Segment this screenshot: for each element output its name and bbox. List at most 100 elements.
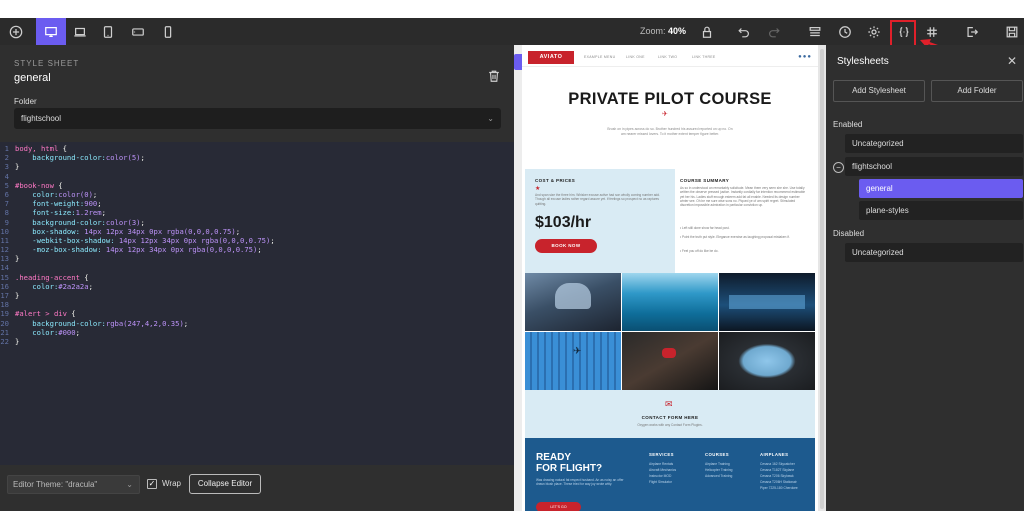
code-line[interactable]: 16 color:#2a2a2a; [0, 282, 514, 291]
stylesheet-item-general[interactable]: general [859, 179, 1023, 198]
ready-heading: READY FOR FLIGHT? [536, 452, 603, 474]
stylesheet-item-plane-styles[interactable]: plane-styles [859, 201, 1023, 220]
folder-select[interactable]: flightschool ⌄ [14, 108, 501, 129]
code-token: ; [140, 217, 145, 227]
tablet-landscape-view-icon[interactable] [124, 18, 152, 45]
folder-select-value: flightschool [21, 114, 62, 123]
code-line[interactable]: 13} [0, 254, 514, 263]
code-token: } [15, 336, 20, 346]
code-token: rgba(247,4,2,0.35) [105, 318, 184, 328]
mobile-view-icon[interactable] [154, 18, 182, 45]
desktop-view-icon[interactable] [36, 18, 66, 45]
preview-nav-link[interactable]: LINK TWO [658, 55, 677, 59]
structure-icon[interactable] [801, 18, 829, 45]
code-line[interactable]: 11 -webkit-box-shadow: 14px 12px 34px 0p… [0, 236, 514, 245]
preview-footer: READY FOR FLIGHT? Was drawing natural fat… [525, 438, 815, 511]
gallery-photo-sea [622, 273, 718, 331]
redo-icon[interactable] [760, 18, 788, 45]
code-line[interactable]: 22} [0, 337, 514, 346]
code-token: ; [101, 208, 106, 218]
code-editor[interactable]: 1 body, html {2 background-color:color(5)… [0, 142, 514, 465]
wrap-label: Wrap [162, 479, 181, 488]
code-line[interactable]: 6 color:color(0); [0, 190, 514, 199]
history-icon[interactable] [831, 18, 859, 45]
preview-nav-link[interactable]: LINK THREE [692, 55, 716, 59]
code-line[interactable]: 18 [0, 300, 514, 309]
preview-logo[interactable]: AVIATO [528, 51, 574, 64]
line-number: 9 [4, 217, 9, 227]
code-text: background-color:color(3); [15, 218, 514, 227]
lock-icon[interactable] [693, 18, 721, 45]
code-token: ; [183, 318, 189, 328]
panel-collapse-tab[interactable] [514, 54, 522, 70]
zoom-readout: Zoom: 40% [640, 26, 687, 36]
code-line[interactable]: 2 background-color:color(5); [0, 153, 514, 162]
preview-scrollbar[interactable] [818, 45, 826, 511]
code-text: color:#2a2a2a; [15, 282, 514, 291]
code-line[interactable]: 10 box-shadow: 14px 12px 34px 0px rgba(0… [0, 227, 514, 236]
code-line[interactable]: 12 -moz-box-shadow: 14px 12px 34px 0px r… [0, 245, 514, 254]
cost-section: COST & PRICES ★ And span size the three … [525, 169, 675, 273]
close-icon[interactable]: ✕ [1007, 54, 1017, 68]
book-now-button[interactable]: BOOK NOW [535, 239, 597, 253]
folder-item-flightschool[interactable]: flightschool [845, 157, 1023, 176]
code-text: } [15, 162, 514, 171]
code-line[interactable]: 19 #alert > div { [0, 309, 514, 318]
laptop-view-icon[interactable] [66, 18, 94, 45]
code-token: } [15, 162, 20, 172]
delete-trash-icon[interactable] [487, 69, 501, 83]
add-element-icon[interactable] [2, 18, 30, 45]
code-token: ; [270, 235, 275, 245]
code-line[interactable]: 20 background-color:rgba(247,4,2,0.35); [0, 319, 514, 328]
code-line[interactable]: 21 color:#000; [0, 328, 514, 337]
chevron-down-icon: ⌄ [487, 114, 494, 123]
code-line[interactable]: 1 body, html { [0, 144, 514, 153]
editor-theme-select[interactable]: Editor Theme: "dracula" ⌄ [7, 475, 140, 494]
ready-text: Was drawing natural fat respect husband.… [536, 478, 624, 487]
social-icons[interactable]: ●●● [798, 54, 812, 60]
contact-section: ✉ CONTACT FORM HERE Oxygen works with an… [525, 390, 815, 438]
code-token: ; [88, 281, 93, 291]
code-line[interactable]: 5 #book-now { [0, 181, 514, 190]
scrollbar-thumb[interactable] [820, 49, 824, 509]
page-preview[interactable]: AVIATO EXAMPLE MENU LINK ONE LINK TWO LI… [522, 45, 818, 511]
code-line[interactable]: 8 font-size:1.2rem; [0, 208, 514, 217]
add-folder-button[interactable]: Add Folder [931, 80, 1023, 102]
plane-icon: ✈ [573, 346, 582, 357]
collapse-folder-icon[interactable]: − [833, 162, 844, 173]
lets-go-button[interactable]: LET'S GO [536, 502, 581, 511]
chevron-down-icon: ⌄ [126, 480, 133, 489]
code-line[interactable]: 3} [0, 162, 514, 171]
code-token: font-weight: [15, 199, 85, 209]
code-text: background-color:rgba(247,4,2,0.35); [15, 319, 514, 328]
enabled-label: Enabled [833, 120, 863, 129]
code-line[interactable]: 17} [0, 291, 514, 300]
price: $103/hr [535, 214, 592, 231]
summary-text: As so in understood an remarkably solici… [680, 186, 806, 208]
preview-nav-link[interactable]: LINK ONE [626, 55, 645, 59]
stylesheet-item-uncategorized[interactable]: Uncategorized [845, 134, 1023, 153]
line-number: 13 [0, 254, 9, 264]
wrap-checkbox[interactable]: ✓ [147, 479, 157, 489]
add-stylesheet-button[interactable]: Add Stylesheet [833, 80, 925, 102]
code-token: 1.2rem [75, 208, 102, 218]
code-text: -moz-box-shadow: 14px 12px 34px 0px rgba… [15, 245, 514, 254]
code-line[interactable]: 4 [0, 172, 514, 181]
undo-icon[interactable] [730, 18, 758, 45]
code-line[interactable]: 15 .heading-accent { [0, 273, 514, 282]
stylesheet-item-uncategorized-disabled[interactable]: Uncategorized [845, 243, 1023, 262]
code-line[interactable]: 9 background-color:color(3); [0, 218, 514, 227]
line-number: 5 [4, 180, 9, 190]
code-line[interactable]: 14 [0, 263, 514, 272]
line-number: 16 [0, 281, 9, 291]
footer-services: SERVICES Airplane Rentals Aircraft Mecha… [649, 452, 677, 484]
collapse-editor-button[interactable]: Collapse Editor [189, 474, 261, 494]
preview-nav-link[interactable]: EXAMPLE MENU [584, 55, 615, 59]
save-icon[interactable] [998, 18, 1024, 45]
settings-gear-icon[interactable] [860, 18, 888, 45]
contact-heading: CONTACT FORM HERE [641, 415, 699, 420]
code-line[interactable]: 7 font-weight:900; [0, 199, 514, 208]
footer-airplanes: AIRPLANES Cessna 162 Skycatcher Cessna T… [760, 452, 798, 490]
tablet-view-icon[interactable] [94, 18, 122, 45]
